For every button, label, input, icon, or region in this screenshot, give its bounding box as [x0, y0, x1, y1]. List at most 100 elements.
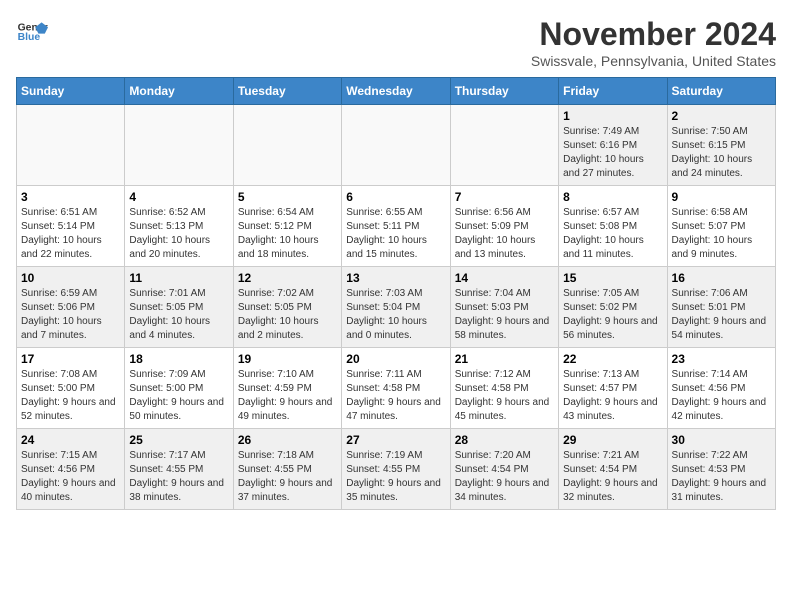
calendar-cell: 6 Sunrise: 6:55 AM Sunset: 5:11 PM Daylig… — [342, 186, 450, 267]
day-number: 21 — [455, 352, 554, 366]
day-info: Sunrise: 6:59 AM Sunset: 5:06 PM Dayligh… — [21, 287, 120, 343]
day-info: Sunrise: 6:58 AM Sunset: 5:07 PM Dayligh… — [672, 206, 771, 262]
calendar-cell — [17, 105, 125, 186]
svg-text:Blue: Blue — [18, 32, 41, 43]
day-info: Sunrise: 7:14 AM Sunset: 4:56 PM Dayligh… — [672, 368, 771, 424]
calendar-cell: 13 Sunrise: 7:03 AM Sunset: 5:04 PM Dayli… — [342, 267, 450, 348]
calendar-cell: 25 Sunrise: 7:17 AM Sunset: 4:55 PM Dayli… — [125, 429, 233, 510]
calendar-cell: 19Sunrise: 7:10 AM Sunset: 4:59 PM Dayli… — [233, 348, 341, 429]
calendar-cell: 27Sunrise: 7:19 AM Sunset: 4:55 PM Dayli… — [342, 429, 450, 510]
day-number: 24 — [21, 433, 120, 447]
day-number: 17 — [21, 352, 120, 366]
weekday-header-thursday: Thursday — [450, 78, 558, 105]
week-row-3: 10 Sunrise: 6:59 AM Sunset: 5:06 PM Dayli… — [17, 267, 776, 348]
weekday-header-tuesday: Tuesday — [233, 78, 341, 105]
day-number: 6 — [346, 190, 445, 204]
day-number: 16 — [672, 271, 771, 285]
weekday-header-saturday: Saturday — [667, 78, 775, 105]
weekday-header-monday: Monday — [125, 78, 233, 105]
day-number: 14 — [455, 271, 554, 285]
day-number: 23 — [672, 352, 771, 366]
day-number: 26 — [238, 433, 337, 447]
day-info: Sunrise: 7:04 AM Sunset: 5:03 PM Dayligh… — [455, 287, 554, 343]
day-number: 20 — [346, 352, 445, 366]
calendar-cell — [342, 105, 450, 186]
week-row-1: 1 Sunrise: 7:49 AM Sunset: 6:16 PM Daylig… — [17, 105, 776, 186]
day-number: 3 — [21, 190, 120, 204]
calendar-cell: 18 Sunrise: 7:09 AM Sunset: 5:00 PM Dayli… — [125, 348, 233, 429]
calendar-cell: 16 Sunrise: 7:06 AM Sunset: 5:01 PM Dayli… — [667, 267, 775, 348]
day-info: Sunrise: 7:09 AM Sunset: 5:00 PM Dayligh… — [129, 368, 228, 424]
weekday-header-sunday: Sunday — [17, 78, 125, 105]
weekday-header-friday: Friday — [559, 78, 667, 105]
day-info: Sunrise: 7:21 AM Sunset: 4:54 PM Dayligh… — [563, 449, 662, 505]
calendar-cell: 10 Sunrise: 6:59 AM Sunset: 5:06 PM Dayli… — [17, 267, 125, 348]
day-info: Sunrise: 7:10 AM Sunset: 4:59 PM Dayligh… — [238, 368, 337, 424]
calendar-table: SundayMondayTuesdayWednesdayThursdayFrid… — [16, 77, 776, 510]
day-info: Sunrise: 7:18 AM Sunset: 4:55 PM Dayligh… — [238, 449, 337, 505]
calendar-cell: 22 Sunrise: 7:13 AM Sunset: 4:57 PM Dayli… — [559, 348, 667, 429]
day-number: 4 — [129, 190, 228, 204]
logo-icon: General Blue — [16, 16, 48, 48]
day-info: Sunrise: 7:20 AM Sunset: 4:54 PM Dayligh… — [455, 449, 554, 505]
day-info: Sunrise: 7:06 AM Sunset: 5:01 PM Dayligh… — [672, 287, 771, 343]
calendar-cell: 14 Sunrise: 7:04 AM Sunset: 5:03 PM Dayli… — [450, 267, 558, 348]
calendar-cell: 20Sunrise: 7:11 AM Sunset: 4:58 PM Dayli… — [342, 348, 450, 429]
day-number: 10 — [21, 271, 120, 285]
logo: General Blue — [16, 16, 48, 48]
calendar-cell: 11Sunrise: 7:01 AM Sunset: 5:05 PM Dayli… — [125, 267, 233, 348]
calendar-cell: 2 Sunrise: 7:50 AM Sunset: 6:15 PM Daylig… — [667, 105, 775, 186]
week-row-4: 17 Sunrise: 7:08 AM Sunset: 5:00 PM Dayli… — [17, 348, 776, 429]
calendar-cell: 28Sunrise: 7:20 AM Sunset: 4:54 PM Dayli… — [450, 429, 558, 510]
day-info: Sunrise: 7:15 AM Sunset: 4:56 PM Dayligh… — [21, 449, 120, 505]
calendar-cell: 24 Sunrise: 7:15 AM Sunset: 4:56 PM Dayli… — [17, 429, 125, 510]
day-number: 1 — [563, 109, 662, 123]
day-info: Sunrise: 6:57 AM Sunset: 5:08 PM Dayligh… — [563, 206, 662, 262]
day-number: 22 — [563, 352, 662, 366]
weekday-header-row: SundayMondayTuesdayWednesdayThursdayFrid… — [17, 78, 776, 105]
calendar-cell: 26 Sunrise: 7:18 AM Sunset: 4:55 PM Dayli… — [233, 429, 341, 510]
calendar-cell: 30 Sunrise: 7:22 AM Sunset: 4:53 PM Dayli… — [667, 429, 775, 510]
day-number: 11 — [129, 271, 228, 285]
day-number: 2 — [672, 109, 771, 123]
day-number: 18 — [129, 352, 228, 366]
calendar-cell — [125, 105, 233, 186]
day-info: Sunrise: 7:02 AM Sunset: 5:05 PM Dayligh… — [238, 287, 337, 343]
weekday-header-wednesday: Wednesday — [342, 78, 450, 105]
calendar-cell: 23 Sunrise: 7:14 AM Sunset: 4:56 PM Dayli… — [667, 348, 775, 429]
calendar-cell — [233, 105, 341, 186]
day-info: Sunrise: 6:55 AM Sunset: 5:11 PM Dayligh… — [346, 206, 445, 262]
day-info: Sunrise: 7:05 AM Sunset: 5:02 PM Dayligh… — [563, 287, 662, 343]
day-number: 25 — [129, 433, 228, 447]
week-row-2: 3 Sunrise: 6:51 AM Sunset: 5:14 PM Daylig… — [17, 186, 776, 267]
calendar-cell: 15 Sunrise: 7:05 AM Sunset: 5:02 PM Dayli… — [559, 267, 667, 348]
calendar-cell — [450, 105, 558, 186]
calendar-cell: 3 Sunrise: 6:51 AM Sunset: 5:14 PM Daylig… — [17, 186, 125, 267]
day-info: Sunrise: 7:13 AM Sunset: 4:57 PM Dayligh… — [563, 368, 662, 424]
day-number: 12 — [238, 271, 337, 285]
day-info: Sunrise: 6:54 AM Sunset: 5:12 PM Dayligh… — [238, 206, 337, 262]
day-number: 30 — [672, 433, 771, 447]
day-info: Sunrise: 7:17 AM Sunset: 4:55 PM Dayligh… — [129, 449, 228, 505]
calendar-cell: 21Sunrise: 7:12 AM Sunset: 4:58 PM Dayli… — [450, 348, 558, 429]
day-info: Sunrise: 6:52 AM Sunset: 5:13 PM Dayligh… — [129, 206, 228, 262]
day-info: Sunrise: 7:49 AM Sunset: 6:16 PM Dayligh… — [563, 125, 662, 181]
day-info: Sunrise: 6:51 AM Sunset: 5:14 PM Dayligh… — [21, 206, 120, 262]
calendar-cell: 1 Sunrise: 7:49 AM Sunset: 6:16 PM Daylig… — [559, 105, 667, 186]
title-area: November 2024 Swissvale, Pennsylvania, U… — [531, 16, 776, 69]
day-info: Sunrise: 7:03 AM Sunset: 5:04 PM Dayligh… — [346, 287, 445, 343]
calendar-cell: 29Sunrise: 7:21 AM Sunset: 4:54 PM Dayli… — [559, 429, 667, 510]
week-row-5: 24 Sunrise: 7:15 AM Sunset: 4:56 PM Dayli… — [17, 429, 776, 510]
header: General Blue November 2024 Swissvale, Pe… — [16, 16, 776, 69]
month-title: November 2024 — [531, 16, 776, 53]
calendar-cell: 7Sunrise: 6:56 AM Sunset: 5:09 PM Daylig… — [450, 186, 558, 267]
day-info: Sunrise: 7:50 AM Sunset: 6:15 PM Dayligh… — [672, 125, 771, 181]
location-title: Swissvale, Pennsylvania, United States — [531, 53, 776, 69]
calendar-cell: 9Sunrise: 6:58 AM Sunset: 5:07 PM Daylig… — [667, 186, 775, 267]
day-number: 15 — [563, 271, 662, 285]
calendar-cell: 17 Sunrise: 7:08 AM Sunset: 5:00 PM Dayli… — [17, 348, 125, 429]
day-number: 13 — [346, 271, 445, 285]
day-info: Sunrise: 7:08 AM Sunset: 5:00 PM Dayligh… — [21, 368, 120, 424]
calendar-cell: 12 Sunrise: 7:02 AM Sunset: 5:05 PM Dayli… — [233, 267, 341, 348]
day-info: Sunrise: 7:22 AM Sunset: 4:53 PM Dayligh… — [672, 449, 771, 505]
